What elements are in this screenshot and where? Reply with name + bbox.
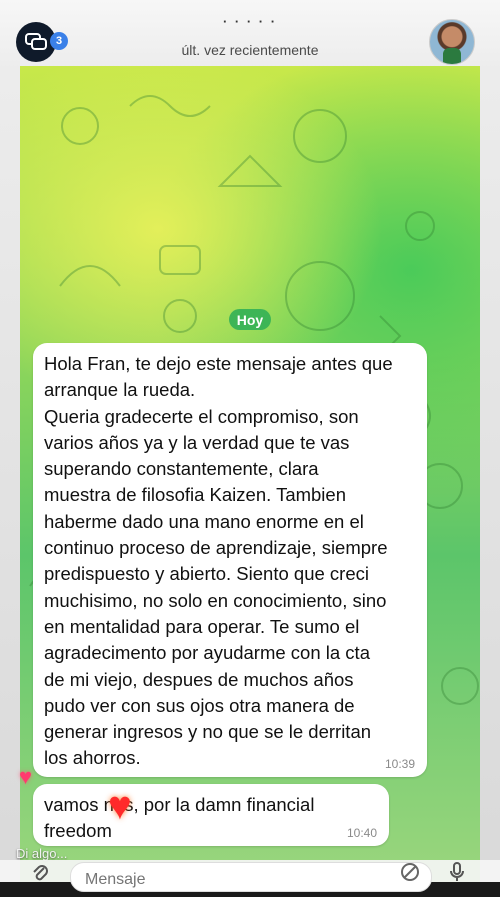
contact-name[interactable]: · · · · · [0, 14, 500, 29]
message-text: Hola Fran, te dejo este mensaje antes qu… [44, 353, 393, 769]
heart-sticker-icon: ♥ [108, 784, 132, 828]
message-bubble[interactable]: vamos nas, por la damn financial freedom… [33, 784, 389, 846]
message-bubble[interactable]: Hola Fran, te dejo este mensaje antes qu… [33, 343, 427, 777]
paperclip-icon[interactable] [32, 862, 48, 887]
telegram-chat-screen: Hoy 3 · · · · · últ. vez recientemente H… [0, 0, 500, 897]
message-composer [0, 860, 500, 897]
message-text: vamos nas, por la damn financial freedom [44, 794, 315, 842]
message-input[interactable] [71, 863, 339, 897]
message-time: 10:39 [384, 757, 415, 771]
message-time: 10:40 [346, 826, 377, 840]
date-separator: Hoy [229, 309, 271, 330]
last-seen-status: últ. vez recientemente [181, 42, 319, 58]
heart-reaction-icon[interactable]: ♥ [19, 764, 32, 790]
typing-status: Di algo... [16, 846, 68, 861]
contact-avatar[interactable] [429, 19, 475, 65]
sticker-icon[interactable] [400, 862, 420, 887]
microphone-icon[interactable] [450, 862, 464, 887]
chat-header: 3 · · · · · últ. vez recientemente [0, 0, 500, 66]
message-input-wrapper [70, 862, 432, 897]
